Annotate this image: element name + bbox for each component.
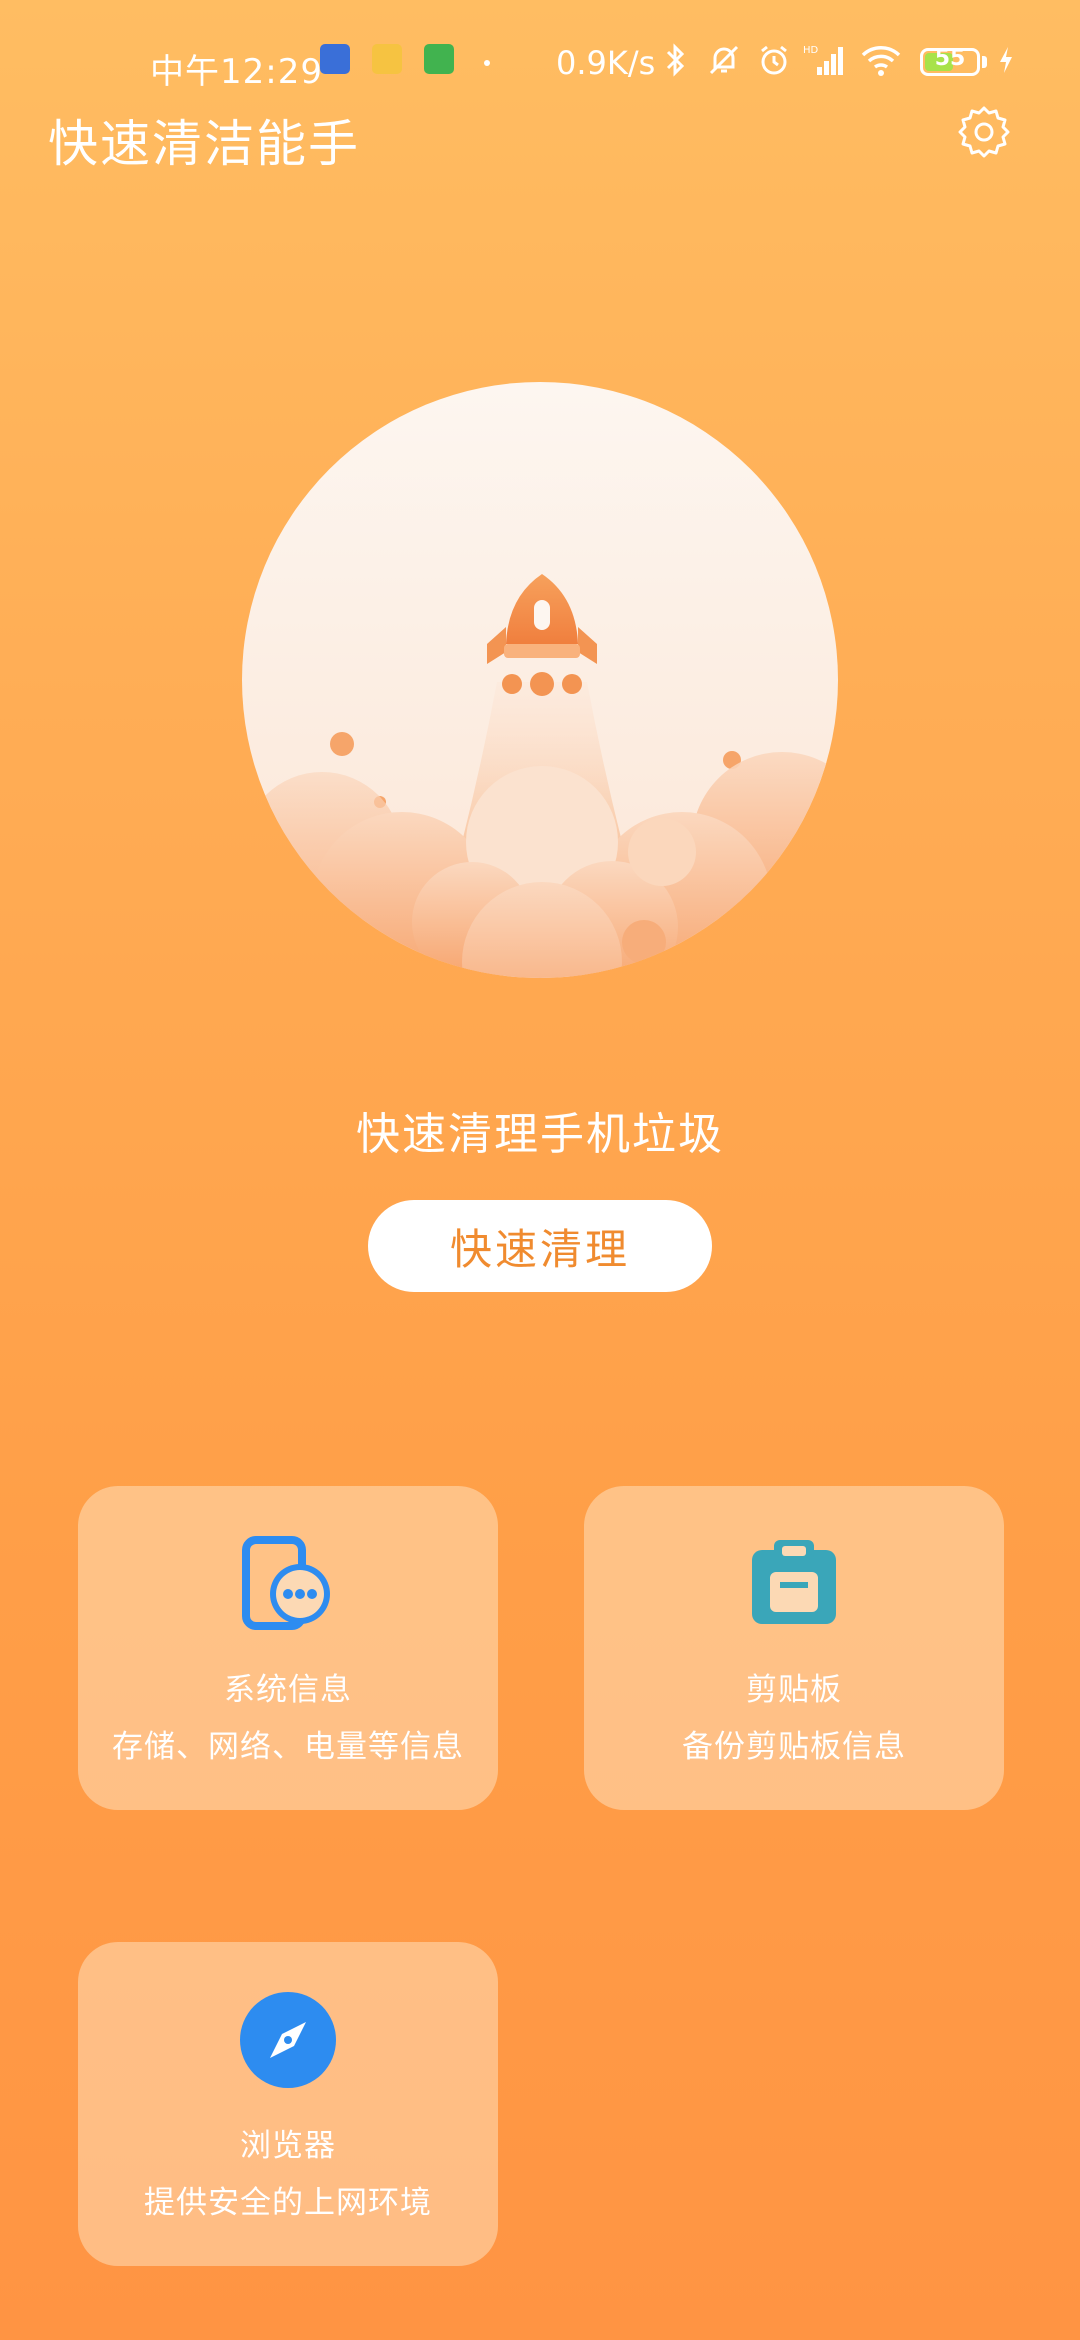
notification-green-icon	[424, 44, 454, 74]
charging-icon	[994, 40, 1018, 80]
network-speed: 0.9K/s	[556, 44, 656, 82]
clipboard-icon	[744, 1534, 844, 1634]
battery-percent: 55	[934, 46, 966, 71]
mute-bell-icon	[706, 40, 742, 80]
battery-nub	[982, 56, 987, 68]
wifi-icon	[858, 40, 904, 80]
card-desc: 存储、网络、电量等信息	[112, 1729, 464, 1765]
card-title: 系统信息	[224, 1672, 352, 1708]
card-desc: 备份剪贴板信息	[682, 1729, 906, 1765]
battery-indicator: 55	[920, 46, 980, 76]
app-title: 快速清洁能手	[48, 115, 360, 173]
bluetooth-icon	[664, 40, 688, 80]
hero-label: 快速清理手机垃圾	[356, 1109, 724, 1160]
card-desc: 提供安全的上网环境	[144, 2185, 432, 2221]
phone-chat-icon	[238, 1534, 338, 1634]
compass-icon	[238, 1990, 338, 2090]
alarm-icon	[756, 40, 792, 80]
card-clipboard[interactable]: 剪贴板 备份剪贴板信息	[584, 1486, 1004, 1810]
more-notifications-dot	[484, 60, 490, 66]
quick-clean-button[interactable]: 快速清理	[368, 1200, 712, 1292]
gear-icon	[958, 106, 1010, 158]
card-system-info[interactable]: 系统信息 存储、网络、电量等信息	[78, 1486, 498, 1810]
signal-icon: HD	[802, 40, 846, 80]
notification-app-icon	[320, 44, 350, 74]
svg-text:HD: HD	[803, 45, 819, 56]
card-title: 浏览器	[240, 2128, 336, 2164]
settings-button[interactable]	[954, 102, 1014, 162]
weibo-icon	[372, 44, 402, 74]
rocket-illustration	[242, 382, 838, 978]
status-time: 中午12:29	[150, 52, 323, 92]
card-title: 剪贴板	[746, 1672, 842, 1708]
card-browser[interactable]: 浏览器 提供安全的上网环境	[78, 1942, 498, 2266]
